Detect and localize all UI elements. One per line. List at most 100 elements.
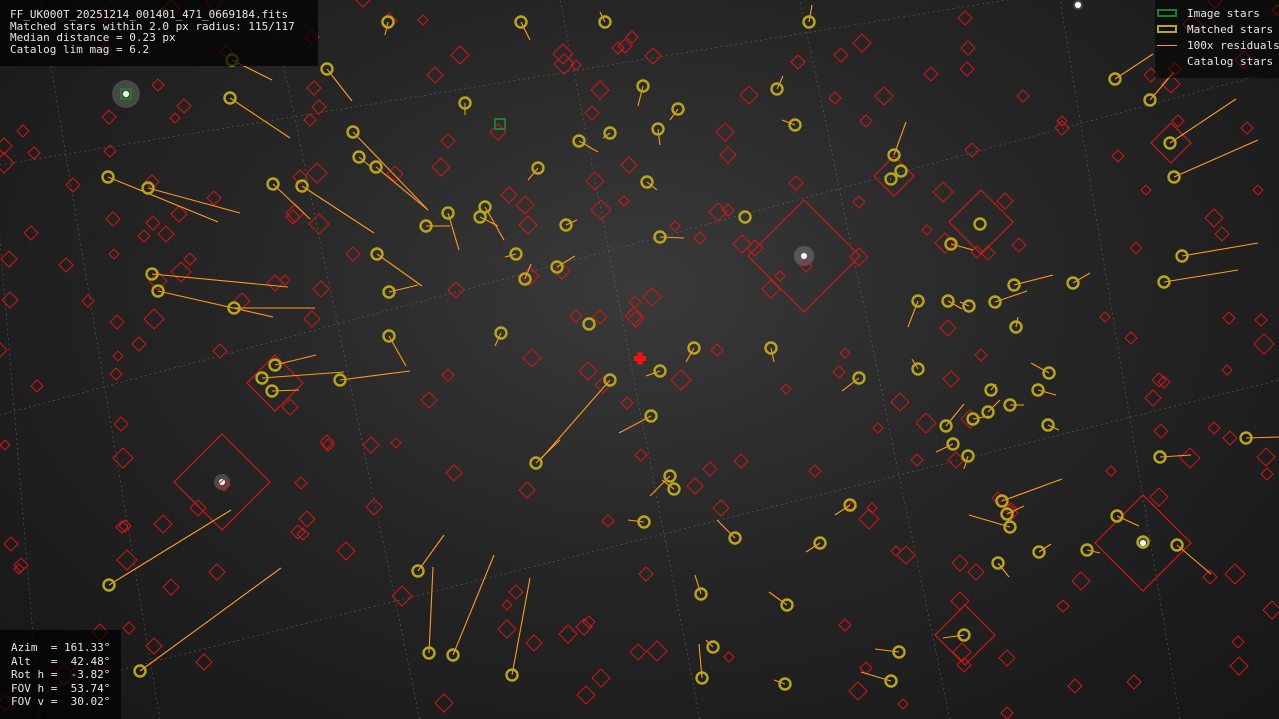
residual-line [229, 97, 291, 139]
diamond-icon [279, 274, 291, 286]
diamond-icon [1111, 149, 1125, 163]
diamond-icon [27, 146, 41, 160]
diamond-icon [169, 112, 181, 124]
diamond-icon [1214, 226, 1230, 242]
diamond-icon [294, 476, 308, 490]
residual-line [157, 290, 274, 318]
diamond-icon [13, 557, 29, 573]
residual-line [942, 634, 965, 639]
diamond-icon [670, 369, 692, 391]
legend: Image stars Matched stars 100x residuals… [1155, 0, 1279, 78]
pointing-parameters-panel: Azim = 161.33° Alt = 42.48° Rot h = -3.8… [0, 630, 121, 719]
diamond-icon [858, 508, 880, 530]
diamond-icon [1229, 656, 1249, 676]
diamond-icon [950, 591, 970, 611]
diamond-icon [1254, 313, 1268, 327]
diamond-icon [1150, 122, 1192, 164]
diamond-icon [170, 261, 192, 283]
diamond-icon [590, 199, 612, 221]
diamond-icon [890, 392, 910, 412]
diamond-icon [828, 91, 842, 105]
ring-icon [582, 317, 596, 331]
diamond-icon [1253, 333, 1275, 355]
diamond-icon [308, 213, 330, 235]
diamond-icon [629, 643, 647, 661]
diamond-icon [1252, 184, 1264, 196]
diamond-icon [874, 86, 894, 106]
diamond-icon [122, 621, 136, 635]
diamond-icon [890, 545, 902, 557]
diamond-icon [833, 47, 849, 63]
diamond-icon [964, 142, 980, 158]
grid-line [799, 0, 951, 719]
diamond-icon [30, 379, 44, 393]
diamond-icon [569, 309, 583, 323]
diamond-icon [189, 499, 207, 517]
diamond-icon [450, 45, 470, 65]
diamond-icon [290, 524, 306, 540]
diamond-icon [246, 354, 304, 412]
diamond-icon [285, 209, 301, 225]
diamond-icon [195, 653, 213, 671]
diamond-icon [501, 599, 513, 611]
diamond-icon [859, 114, 873, 128]
diamond-icon [712, 499, 730, 517]
diamond-icon [489, 123, 507, 141]
diamond-icon [1140, 184, 1152, 196]
diamond-icon [1126, 674, 1142, 690]
diamond-icon [1153, 423, 1169, 439]
diamond-icon [582, 615, 596, 629]
grid-line [1059, 0, 1181, 719]
diamond-icon [967, 563, 985, 581]
residual-line [1169, 98, 1237, 144]
diamond-icon [420, 391, 438, 409]
diamond-icon [441, 368, 455, 382]
residual-line [841, 377, 860, 392]
diamond-icon [1221, 364, 1233, 376]
diamond-icon [426, 66, 444, 84]
legend-catalog-stars: Catalog stars [1187, 55, 1274, 68]
residual-line [139, 567, 282, 672]
diamond-icon [761, 279, 781, 299]
residual-line [716, 519, 736, 539]
star-core [1140, 540, 1146, 546]
diamond-icon [157, 225, 175, 243]
legend-image-stars: Image stars [1155, 6, 1279, 22]
residual-line [147, 187, 241, 214]
diamond-icon [65, 177, 81, 193]
diamond-icon [1260, 467, 1274, 481]
diamond-icon [0, 342, 8, 358]
altitude-value: Alt = 42.48° [11, 654, 111, 668]
residual-lines-layer [107, 4, 1279, 685]
diamond-icon [3, 536, 19, 552]
residual-line [261, 371, 345, 379]
diamond-icon [1105, 465, 1117, 477]
diamond-icon [1071, 571, 1091, 591]
diamond-icon [942, 370, 960, 388]
diamond-icon [915, 412, 937, 434]
ring-icon [973, 217, 987, 231]
diamond-icon [998, 649, 1016, 667]
diamond-icon [638, 566, 654, 582]
star-core [1075, 2, 1081, 8]
diamond-icon [1262, 600, 1279, 620]
grid-line [0, 379, 1279, 701]
line-icon [1157, 45, 1177, 46]
diamond-icon [1056, 599, 1070, 613]
diamond-icon [206, 190, 222, 206]
diamond-icon [508, 584, 524, 600]
legend-residuals: 100x residuals [1155, 38, 1279, 54]
diamond-icon [897, 698, 909, 710]
file-name: FF_UK000T_20251214_001401_471_0669184.fi… [10, 8, 289, 21]
diamond-icon [872, 422, 884, 434]
diamond-icon [628, 295, 642, 309]
diamond-icon [669, 220, 681, 232]
diamond-icon [1000, 706, 1014, 719]
diamond-icon [16, 124, 30, 138]
diamond-icon [109, 367, 123, 381]
residual-line [339, 370, 411, 381]
residual-line [768, 591, 788, 606]
diamond-icon [440, 133, 456, 149]
residual-line [649, 475, 671, 497]
residual-line [428, 566, 434, 654]
